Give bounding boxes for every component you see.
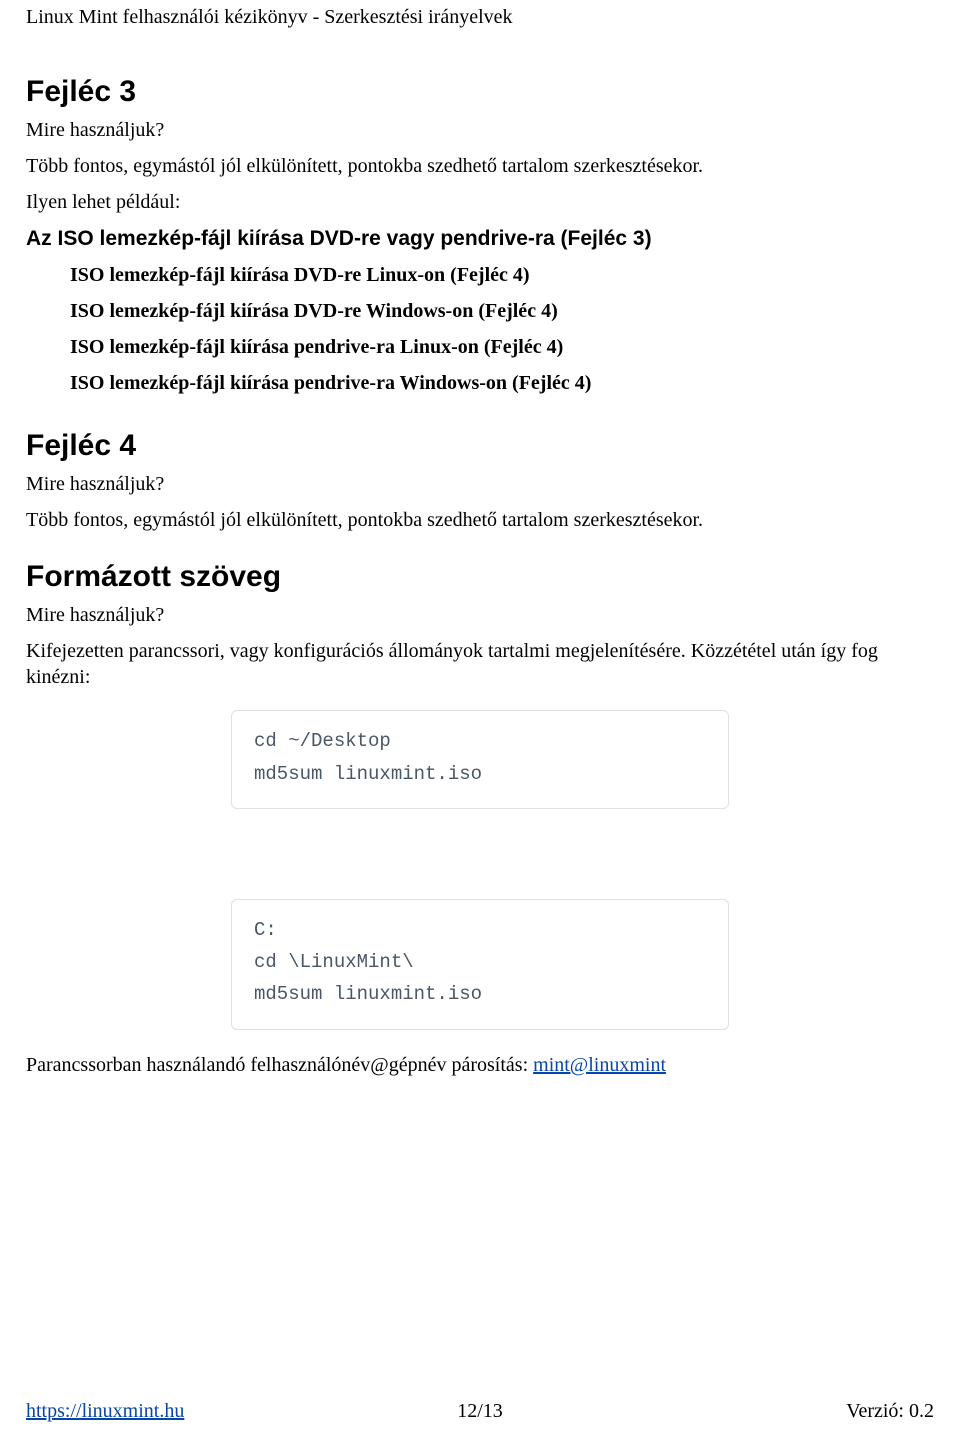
footer-version: Verzió: 0.2 [846, 1398, 934, 1424]
cmdline-prefix: Parancssorban használandó felhasználónév… [26, 1054, 533, 1076]
list-item: ISO lemezkép-fájl kiírása pendrive-ra Li… [70, 334, 934, 360]
heading-formatted-text: Formázott szöveg [26, 557, 934, 596]
section4-question: Mire használjuk? [26, 471, 934, 497]
code-block-windows: C: cd \LinuxMint\ md5sum linuxmint.iso [231, 899, 729, 1030]
page-footer: 12/13 https://linuxmint.hu Verzió: 0.2 [26, 1398, 934, 1424]
section3-question: Mire használjuk? [26, 117, 934, 143]
cmdline-email-link[interactable]: mint@linuxmint [533, 1054, 666, 1076]
page-header: Linux Mint felhasználói kézikönyv - Szer… [26, 4, 934, 30]
page: Linux Mint felhasználói kézikönyv - Szer… [0, 0, 960, 1438]
section3-description: Több fontos, egymástól jól elkülönített,… [26, 153, 934, 179]
formatted-question: Mire használjuk? [26, 602, 934, 628]
example-item-list: ISO lemezkép-fájl kiírása DVD-re Linux-o… [26, 262, 934, 396]
section3-intro: Ilyen lehet például: [26, 189, 934, 215]
cmdline-pairing-text: Parancssorban használandó felhasználónév… [26, 1052, 934, 1078]
list-item: ISO lemezkép-fájl kiírása DVD-re Windows… [70, 298, 934, 324]
formatted-description: Kifejezetten parancssori, vagy konfigurá… [26, 638, 934, 690]
list-item: ISO lemezkép-fájl kiírása DVD-re Linux-o… [70, 262, 934, 288]
heading-fejlec-4: Fejléc 4 [26, 426, 934, 465]
example-heading-iso: Az ISO lemezkép-fájl kiírása DVD-re vagy… [26, 225, 934, 252]
section4-description: Több fontos, egymástól jól elkülönített,… [26, 507, 934, 533]
footer-url-link[interactable]: https://linuxmint.hu [26, 1400, 184, 1422]
list-item: ISO lemezkép-fájl kiírása pendrive-ra Wi… [70, 370, 934, 396]
heading-fejlec-3: Fejléc 3 [26, 72, 934, 111]
code-block-linux: cd ~/Desktop md5sum linuxmint.iso [231, 710, 729, 809]
